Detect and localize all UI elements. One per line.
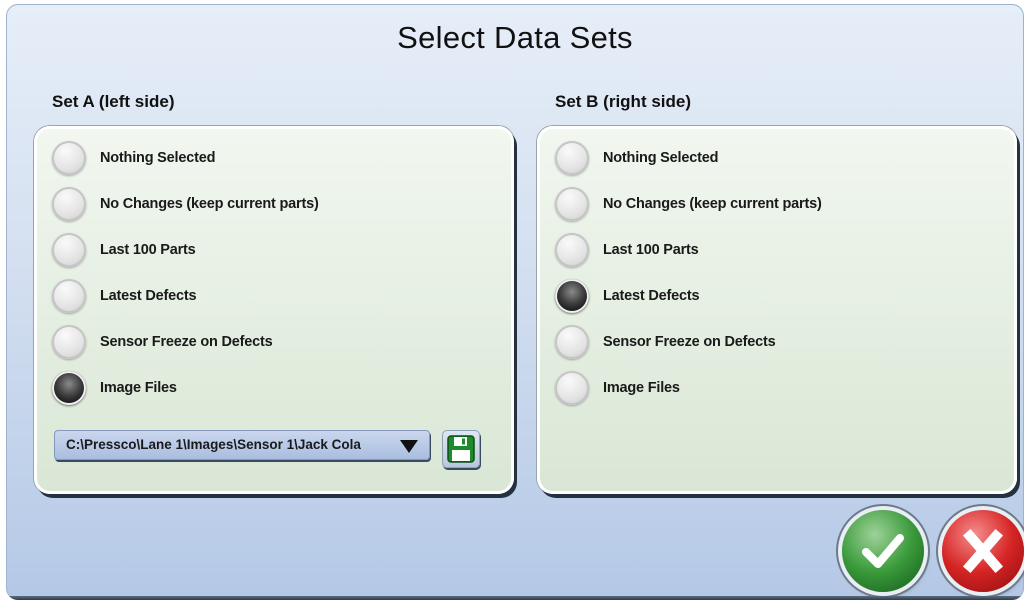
radio-button[interactable]: [555, 187, 589, 221]
set-b-option-no-changes[interactable]: No Changes (keep current parts): [555, 184, 822, 224]
option-label: Sensor Freeze on Defects: [100, 334, 273, 350]
set-b-panel: Nothing Selected No Changes (keep curren…: [537, 126, 1017, 494]
radio-button[interactable]: [52, 279, 86, 313]
dropdown-arrow-icon: [400, 440, 418, 453]
option-label: Last 100 Parts: [100, 242, 196, 258]
option-label: Nothing Selected: [100, 150, 216, 166]
image-path-dropdown[interactable]: C:\Pressco\Lane 1\Images\Sensor 1\Jack C…: [54, 430, 430, 460]
set-b-option-sensor-freeze[interactable]: Sensor Freeze on Defects: [555, 322, 776, 362]
set-a-label: Set A (left side): [52, 92, 175, 111]
set-a-panel: Nothing Selected No Changes (keep curren…: [34, 126, 514, 494]
radio-button[interactable]: [555, 371, 589, 405]
set-a-option-last-100-parts[interactable]: Last 100 Parts: [52, 230, 196, 270]
set-a-option-nothing-selected[interactable]: Nothing Selected: [52, 138, 215, 178]
option-label: Sensor Freeze on Defects: [603, 334, 776, 350]
select-data-sets-dialog: Select Data Sets Set A (left side) Set B…: [6, 4, 1024, 600]
set-b-option-last-100-parts[interactable]: Last 100 Parts: [555, 230, 699, 270]
option-label: Image Files: [100, 380, 177, 396]
radio-button[interactable]: [555, 141, 589, 175]
radio-button[interactable]: [555, 233, 589, 267]
radio-button[interactable]: [555, 325, 589, 359]
radio-button[interactable]: [52, 187, 86, 221]
option-label: Image Files: [603, 380, 680, 396]
option-label: Latest Defects: [603, 288, 700, 304]
set-a-option-image-files[interactable]: Image Files: [52, 368, 177, 408]
radio-button-selected[interactable]: [52, 371, 86, 405]
checkmark-icon: [862, 534, 904, 568]
ok-button[interactable]: [842, 510, 924, 592]
option-label: Latest Defects: [100, 288, 197, 304]
radio-button-selected[interactable]: [555, 279, 589, 313]
dialog-title: Select Data Sets: [397, 20, 633, 55]
set-b-option-latest-defects[interactable]: Latest Defects: [555, 276, 700, 316]
set-b-label: Set B (right side): [555, 92, 692, 111]
image-path-value: C:\Pressco\Lane 1\Images\Sensor 1\Jack C…: [66, 437, 361, 452]
dialog-bottom-edge: [6, 596, 1024, 600]
set-a-option-no-changes[interactable]: No Changes (keep current parts): [52, 184, 319, 224]
option-label: No Changes (keep current parts): [603, 196, 822, 212]
radio-button[interactable]: [52, 325, 86, 359]
option-label: Nothing Selected: [603, 150, 719, 166]
set-a-option-latest-defects[interactable]: Latest Defects: [52, 276, 197, 316]
floppy-disk-icon: [447, 435, 475, 463]
set-a-option-sensor-freeze[interactable]: Sensor Freeze on Defects: [52, 322, 273, 362]
set-b-option-image-files[interactable]: Image Files: [555, 368, 680, 408]
x-icon: [962, 528, 1004, 574]
option-label: Last 100 Parts: [603, 242, 699, 258]
save-button[interactable]: [442, 430, 480, 468]
cancel-button[interactable]: [942, 510, 1024, 592]
radio-button[interactable]: [52, 141, 86, 175]
option-label: No Changes (keep current parts): [100, 196, 319, 212]
radio-button[interactable]: [52, 233, 86, 267]
set-b-option-nothing-selected[interactable]: Nothing Selected: [555, 138, 718, 178]
